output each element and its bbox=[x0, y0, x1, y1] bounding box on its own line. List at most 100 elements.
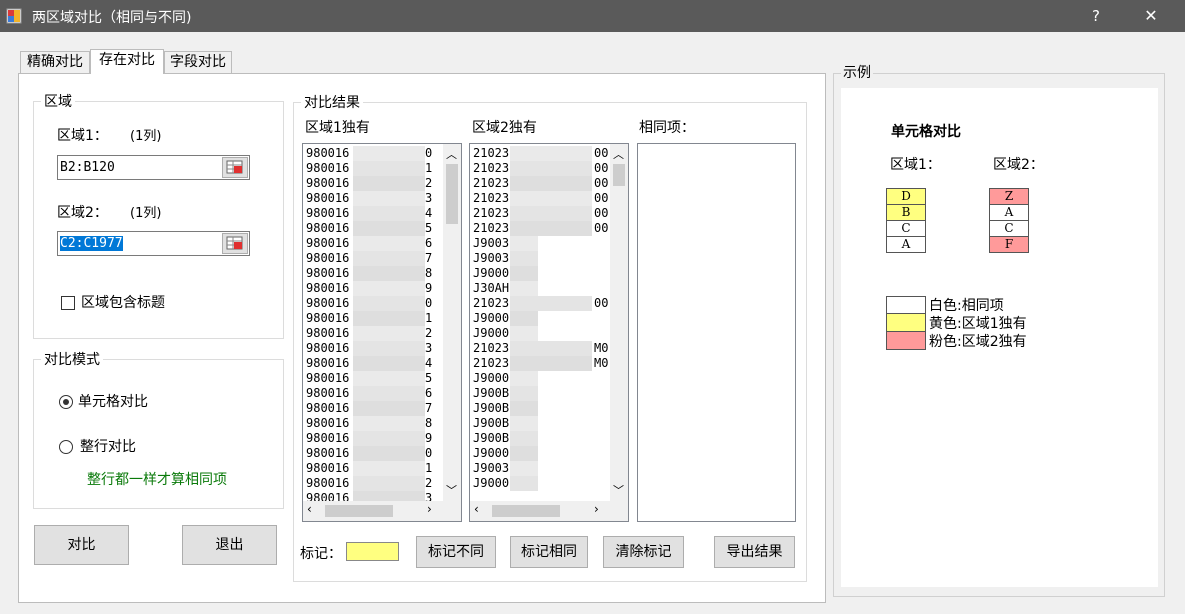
header-checkbox[interactable] bbox=[61, 296, 75, 310]
common-listbox[interactable] bbox=[637, 143, 796, 522]
help-button[interactable]: ? bbox=[1081, 4, 1111, 28]
list-item[interactable]: 980016 2 bbox=[303, 326, 443, 341]
tab-panel: 区域 区域1： (1列) B2:B120 区域2： (1列) C2:C1977 … bbox=[18, 73, 826, 603]
clear-mark-button[interactable]: 清除标记 bbox=[603, 536, 684, 568]
list-item[interactable]: 980016 1 bbox=[303, 461, 443, 476]
hscroll-thumb[interactable] bbox=[492, 505, 560, 517]
list-item[interactable]: J9000 bbox=[470, 266, 610, 281]
list-item[interactable]: 980016 4 bbox=[303, 206, 443, 221]
scroll-left-icon[interactable]: ‹ bbox=[307, 502, 312, 516]
export-button[interactable]: 导出结果 bbox=[714, 536, 795, 568]
unique1-vscrollbar[interactable]: ︿ ﹀ bbox=[443, 144, 461, 501]
list-item[interactable]: 980016 5 bbox=[303, 221, 443, 236]
redacted-block bbox=[353, 251, 425, 266]
list-item[interactable]: J9000 bbox=[470, 326, 610, 341]
scroll-right-icon[interactable]: › bbox=[427, 502, 432, 516]
list-item-suffix: 3 bbox=[425, 191, 433, 205]
list-item[interactable]: J900B bbox=[470, 416, 610, 431]
unique2-listbox[interactable]: 21023 00 21023 00 21023 00 21023 00 21023 00 21023… bbox=[469, 143, 629, 522]
mark-diff-button[interactable]: 标记不同 bbox=[416, 536, 496, 568]
list-item[interactable]: 980016 1 bbox=[303, 161, 443, 176]
hscroll-thumb[interactable] bbox=[325, 505, 393, 517]
list-item[interactable]: J900B bbox=[470, 386, 610, 401]
list-item[interactable]: 980016 9 bbox=[303, 431, 443, 446]
scroll-up-icon[interactable]: ︿ bbox=[613, 146, 624, 162]
row-compare-radio[interactable] bbox=[59, 440, 73, 454]
list-item[interactable]: J30AH bbox=[470, 281, 610, 296]
mark-same-button[interactable]: 标记相同 bbox=[510, 536, 588, 568]
list-item[interactable]: 980016 7 bbox=[303, 401, 443, 416]
scroll-right-icon[interactable]: › bbox=[594, 502, 599, 516]
compare-button[interactable]: 对比 bbox=[34, 525, 129, 565]
list-item[interactable]: J9003 bbox=[470, 251, 610, 266]
list-item[interactable]: 21023 00 bbox=[470, 296, 610, 311]
list-item[interactable]: J9000 bbox=[470, 446, 610, 461]
list-item[interactable]: 980016 6 bbox=[303, 236, 443, 251]
region-group-label: 区域 bbox=[41, 91, 75, 111]
list-item[interactable]: 980016 5 bbox=[303, 371, 443, 386]
list-item[interactable]: J900B bbox=[470, 401, 610, 416]
unique2-vscrollbar[interactable]: ︿ ﹀ bbox=[610, 144, 628, 501]
list-item[interactable]: 980016 4 bbox=[303, 356, 443, 371]
tab-field-compare[interactable]: 字段对比 bbox=[164, 51, 232, 74]
list-item[interactable]: 980016 6 bbox=[303, 386, 443, 401]
app-icon bbox=[6, 8, 22, 24]
list-item-suffix: 7 bbox=[425, 401, 433, 415]
list-item[interactable]: 21023 00 bbox=[470, 221, 610, 236]
list-item[interactable]: 980016 0 bbox=[303, 446, 443, 461]
list-item[interactable]: 21023 00 bbox=[470, 191, 610, 206]
list-item[interactable]: 980016 7 bbox=[303, 251, 443, 266]
unique1-listbox[interactable]: 980016 0 980016 1 980016 2 980016 3 980016 4 98001… bbox=[302, 143, 462, 522]
close-button[interactable]: ✕ bbox=[1136, 4, 1166, 28]
list-item[interactable]: J9000 bbox=[470, 371, 610, 386]
list-item[interactable]: 21023 00 bbox=[470, 176, 610, 191]
unique1-hscrollbar[interactable]: ‹ › bbox=[303, 501, 461, 521]
region1-picker-button[interactable] bbox=[222, 157, 248, 178]
list-item[interactable]: 980016 1 bbox=[303, 311, 443, 326]
list-item[interactable]: J900B bbox=[470, 431, 610, 446]
list-item[interactable]: 980016 3 bbox=[303, 191, 443, 206]
redacted-block bbox=[510, 356, 592, 371]
list-item[interactable]: 21023 00 bbox=[470, 206, 610, 221]
window-title: 两区域对比（相同与不同) bbox=[32, 10, 192, 26]
list-item-text: 21023 bbox=[473, 161, 510, 175]
list-item-suffix: 3 bbox=[425, 341, 433, 355]
list-item[interactable]: J9003 bbox=[470, 236, 610, 251]
exit-button[interactable]: 退出 bbox=[182, 525, 277, 565]
list-item[interactable]: 21023 M0 bbox=[470, 356, 610, 371]
list-item[interactable]: 980016 8 bbox=[303, 416, 443, 431]
vscroll-thumb[interactable] bbox=[613, 164, 625, 186]
list-item[interactable]: J9000 bbox=[470, 476, 610, 491]
scroll-down-icon[interactable]: ﹀ bbox=[446, 482, 457, 498]
region2-picker-button[interactable] bbox=[222, 233, 248, 254]
unique2-hscrollbar[interactable]: ‹ › bbox=[470, 501, 628, 521]
scroll-left-icon[interactable]: ‹ bbox=[474, 502, 479, 516]
row-compare-label: 整行对比 bbox=[80, 439, 136, 455]
mark-color-swatch[interactable] bbox=[346, 542, 399, 561]
redacted-block bbox=[510, 236, 538, 251]
cell-compare-radio[interactable] bbox=[59, 395, 73, 409]
list-item[interactable]: 21023 00 bbox=[470, 146, 610, 161]
redacted-block bbox=[510, 146, 592, 161]
tab-exact-compare[interactable]: 精确对比 bbox=[20, 51, 90, 74]
list-item[interactable]: 980016 0 bbox=[303, 296, 443, 311]
list-item[interactable]: J9000 bbox=[470, 311, 610, 326]
redacted-block bbox=[353, 431, 425, 446]
legend-row: 粉色:区域2独有 bbox=[886, 332, 1027, 350]
list-item[interactable]: 21023 00 bbox=[470, 161, 610, 176]
list-item[interactable]: 21023 M0 bbox=[470, 341, 610, 356]
vscroll-thumb[interactable] bbox=[446, 164, 458, 224]
scroll-up-icon[interactable]: ︿ bbox=[446, 146, 457, 162]
list-item[interactable]: 980016 8 bbox=[303, 266, 443, 281]
list-item[interactable]: 980016 2 bbox=[303, 476, 443, 491]
list-item[interactable]: 980016 2 bbox=[303, 176, 443, 191]
example-title: 单元格对比 bbox=[891, 124, 961, 140]
scroll-down-icon[interactable]: ﹀ bbox=[613, 482, 624, 498]
redacted-block bbox=[510, 416, 538, 431]
tab-existence-compare[interactable]: 存在对比 bbox=[90, 49, 164, 74]
list-item[interactable]: 980016 0 bbox=[303, 146, 443, 161]
list-item[interactable]: J9003 bbox=[470, 461, 610, 476]
region1-label: 区域1： bbox=[57, 128, 108, 144]
list-item[interactable]: 980016 9 bbox=[303, 281, 443, 296]
list-item[interactable]: 980016 3 bbox=[303, 341, 443, 356]
